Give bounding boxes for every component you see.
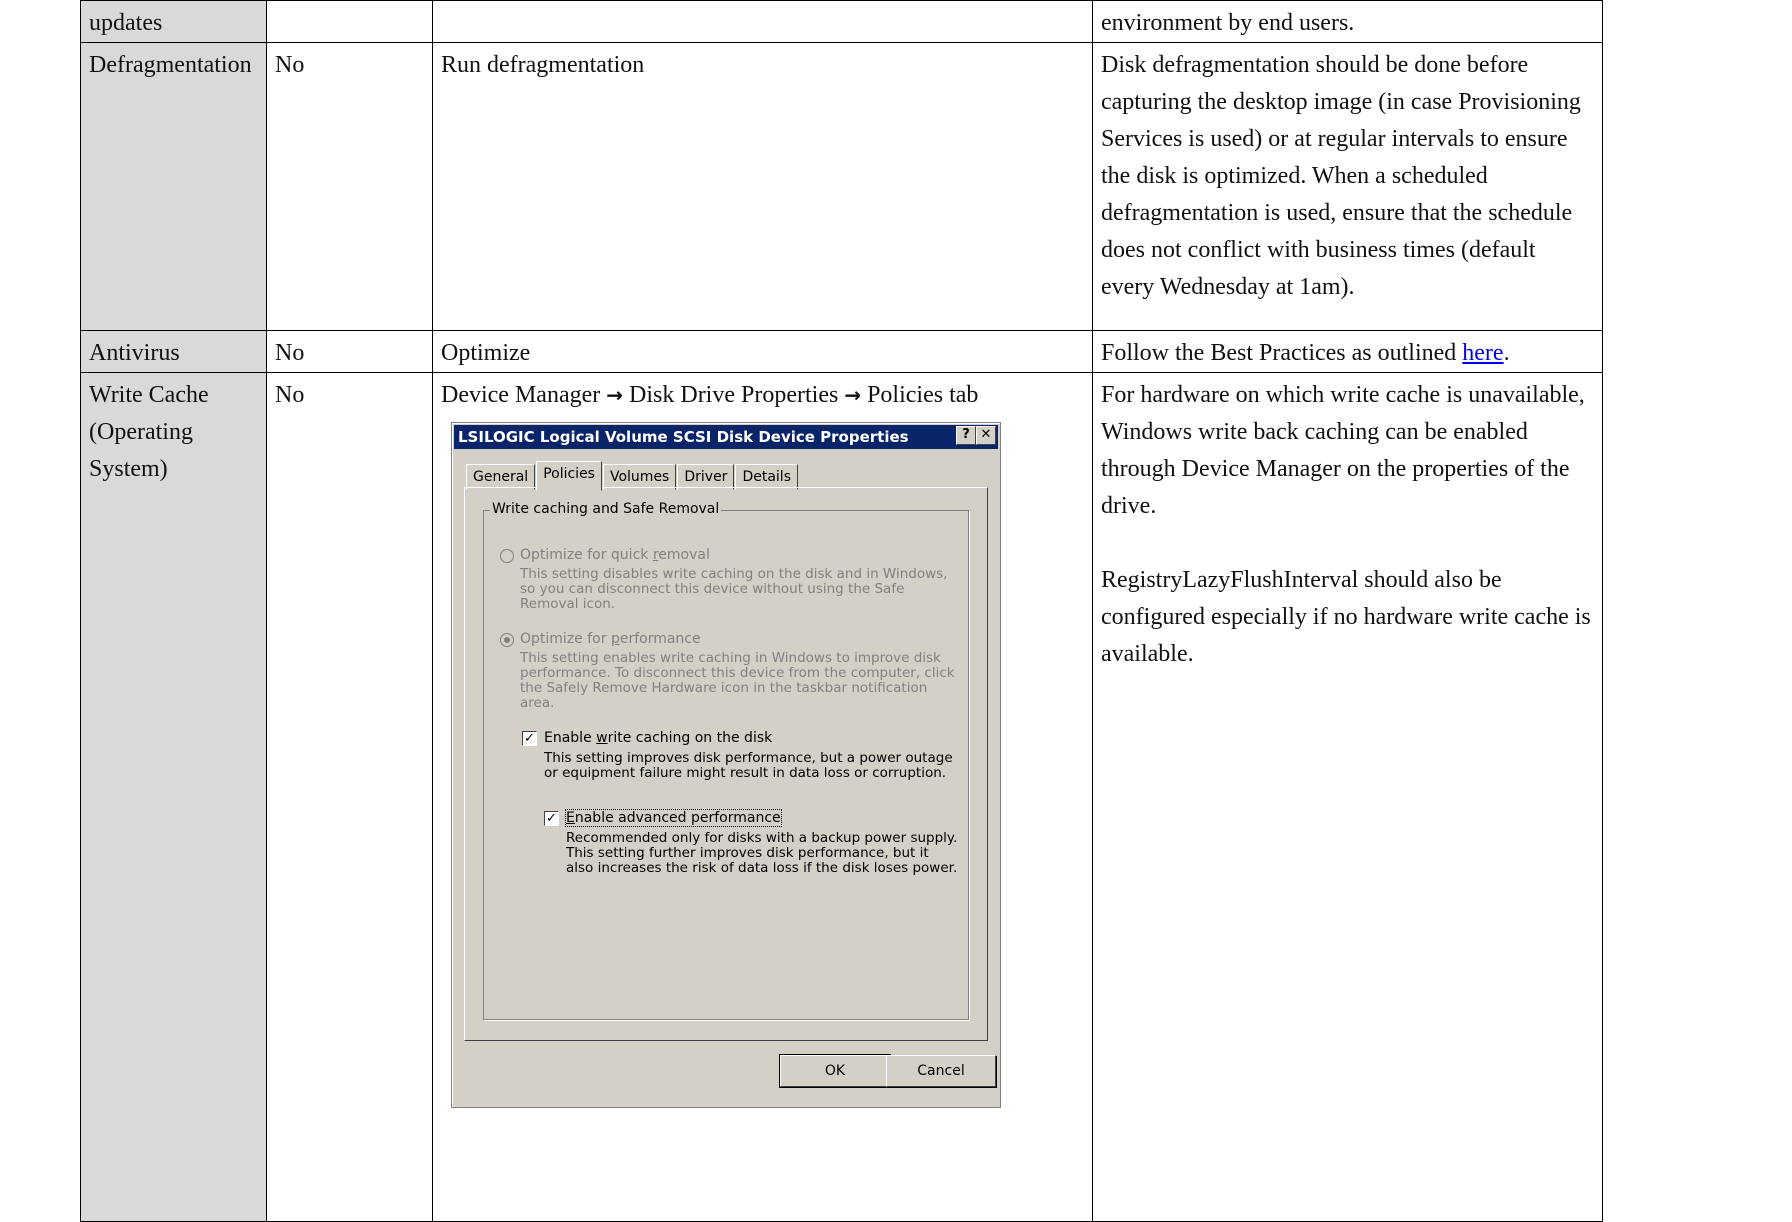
notes-suffix: .: [1503, 340, 1510, 366]
best-practices-link[interactable]: here: [1462, 340, 1503, 366]
arrow-right-icon: →: [606, 383, 624, 407]
setting-cell: Defragmentation: [80, 42, 267, 331]
setting-cell: Antivirus: [80, 330, 267, 373]
arrow-right-icon: →: [844, 383, 862, 407]
radio-selected-dot: [504, 637, 510, 643]
ok-button[interactable]: OK: [779, 1054, 891, 1088]
dialog-title: LSILOGIC Logical Volume SCSI Disk Device…: [458, 428, 909, 446]
performance-radio[interactable]: [500, 633, 514, 647]
notes-cell: For hardware on which write cache is una…: [1092, 372, 1603, 1222]
dialog-title-bar: LSILOGIC Logical Volume SCSI Disk Device…: [454, 425, 998, 449]
group-title: Write caching and Safe Removal: [490, 501, 722, 517]
performance-label: Optimize for performance: [520, 631, 701, 647]
write-caching-group: Write caching and Safe Removal Optimize …: [483, 501, 969, 1020]
action-cell: Run defragmentation: [432, 42, 1093, 331]
path-part: Device Manager: [441, 382, 607, 408]
help-icon[interactable]: ?: [956, 426, 976, 445]
notes-cell: Disk defragmentation should be done befo…: [1092, 42, 1603, 331]
action-cell: Device Manager → Disk Drive Properties →…: [432, 372, 1093, 1222]
tab-strip: General Policies Volumes Driver Details: [466, 461, 799, 491]
cancel-button[interactable]: Cancel: [886, 1055, 996, 1087]
action-cell: [432, 0, 1093, 43]
disk-properties-dialog: LSILOGIC Logical Volume SCSI Disk Device…: [451, 422, 1001, 1108]
close-icon[interactable]: ✕: [976, 426, 996, 445]
table-row: Defragmentation No Run defragmentation D…: [80, 42, 1603, 331]
quick-removal-label: Optimize for quick removal: [520, 547, 710, 563]
notes-paragraph-2: RegistryLazyFlushInterval should also be…: [1101, 567, 1591, 667]
write-caching-description: This setting improves disk performance, …: [544, 750, 953, 781]
performance-description: This setting enables write caching in Wi…: [520, 650, 955, 711]
quick-removal-description: This setting disables write caching on t…: [520, 566, 948, 612]
advanced-performance-label: Enable advanced performance: [565, 809, 782, 827]
notes-cell: Follow the Best Practices as outlined he…: [1092, 330, 1603, 373]
advanced-performance-checkbox[interactable]: ✓: [544, 811, 559, 826]
policies-panel: Write caching and Safe Removal Optimize …: [464, 487, 988, 1041]
advanced-performance-description: Recommended only for disks with a backup…: [566, 830, 958, 876]
policy-table: updates environment by end users. Defrag…: [80, 0, 1603, 1222]
table-row: Write Cache (Operating System) No Device…: [80, 372, 1603, 1222]
tab-policies[interactable]: Policies: [536, 461, 602, 491]
enabled-cell: No: [266, 330, 433, 373]
write-caching-label: Enable write caching on the disk: [544, 730, 773, 746]
enabled-cell: No: [266, 372, 433, 1222]
action-cell: Optimize: [432, 330, 1093, 373]
quick-removal-radio[interactable]: [500, 549, 514, 563]
setting-cell: updates: [80, 0, 267, 43]
path-part: Policies tab: [861, 382, 979, 408]
table-row: Antivirus No Optimize Follow the Best Pr…: [80, 330, 1603, 373]
enabled-cell: No: [266, 42, 433, 331]
table-row: updates environment by end users.: [80, 0, 1603, 43]
notes-cell: environment by end users.: [1092, 0, 1603, 43]
notes-text: Follow the Best Practices as outlined: [1101, 340, 1463, 366]
enabled-cell: [266, 0, 433, 43]
setting-cell: Write Cache (Operating System): [80, 372, 267, 1222]
action-path: Device Manager → Disk Drive Properties →…: [441, 377, 1084, 414]
notes-paragraph-1: For hardware on which write cache is una…: [1101, 382, 1585, 519]
write-caching-checkbox[interactable]: ✓: [522, 731, 537, 746]
path-part: Disk Drive Properties: [623, 382, 845, 408]
